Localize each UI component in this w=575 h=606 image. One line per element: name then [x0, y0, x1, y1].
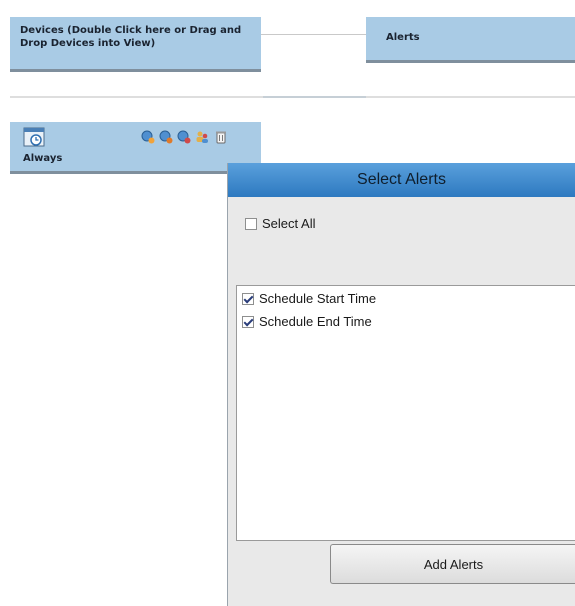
calendar-clock-icon	[23, 127, 45, 147]
dialog-title: Select Alerts	[228, 163, 575, 197]
globe-remove-icon[interactable]	[177, 130, 191, 144]
globe-add-icon[interactable]	[141, 130, 155, 144]
alert-checkbox[interactable]	[242, 292, 254, 305]
list-item[interactable]: Schedule End Time	[242, 314, 372, 329]
select-all-row[interactable]: Select All	[245, 216, 315, 231]
globe-edit-icon[interactable]	[159, 130, 173, 144]
alert-checkbox[interactable]	[242, 315, 254, 328]
select-alerts-dialog: Select Alerts Select All Schedule Start …	[227, 163, 575, 606]
connector-line	[261, 34, 366, 35]
add-alerts-button[interactable]: Add Alerts	[330, 544, 575, 584]
select-all-label: Select All	[262, 216, 316, 231]
users-icon[interactable]	[195, 130, 209, 144]
workflow-canvas: Devices (Double Click here or Drag and D…	[0, 0, 575, 606]
select-all-checkbox[interactable]	[245, 217, 257, 230]
divider-accent	[263, 96, 366, 98]
alert-label: Schedule Start Time	[259, 291, 377, 306]
alerts-list[interactable]: Schedule Start Time Schedule End Time	[236, 285, 575, 541]
trash-icon[interactable]	[214, 130, 228, 144]
schedule-label: Always	[23, 153, 63, 164]
devices-drop-target[interactable]: Devices (Double Click here or Drag and D…	[10, 17, 261, 72]
alerts-node-label: Alerts	[386, 32, 420, 43]
list-item[interactable]: Schedule Start Time	[242, 291, 376, 306]
schedule-card[interactable]: Always	[10, 122, 261, 174]
alert-label: Schedule End Time	[259, 314, 372, 329]
devices-drop-label: Devices (Double Click here or Drag and D…	[20, 25, 242, 49]
alerts-node[interactable]: Alerts	[366, 17, 575, 63]
